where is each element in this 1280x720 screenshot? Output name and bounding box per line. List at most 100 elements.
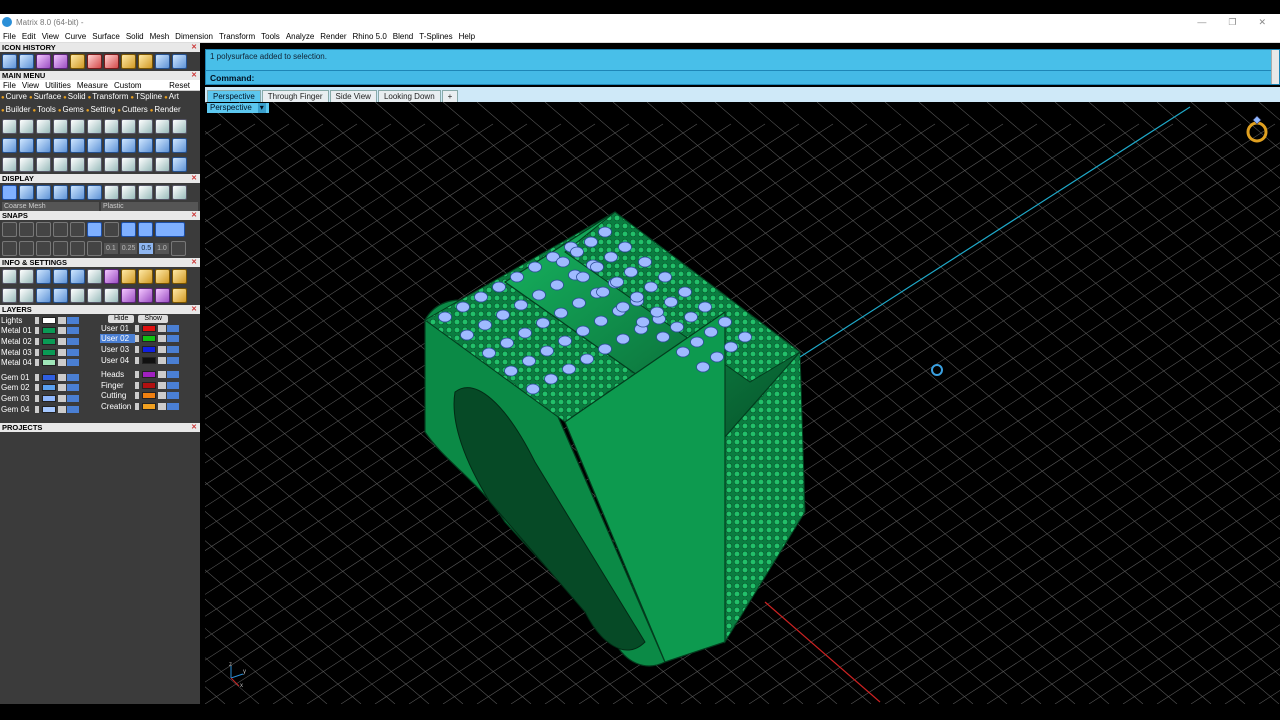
visibility-icon[interactable] <box>67 337 79 345</box>
info-icon[interactable] <box>36 269 51 284</box>
gem-stone[interactable] <box>650 306 664 318</box>
main-menu-utilities[interactable]: Utilities <box>42 81 74 90</box>
tab-perspective[interactable]: Perspective <box>207 90 261 102</box>
snap-value[interactable]: 0.25 <box>119 243 138 254</box>
menu-item-blend[interactable]: Blend <box>390 32 416 41</box>
layer-color-swatch[interactable] <box>42 373 56 381</box>
layer-color-swatch[interactable] <box>142 381 156 389</box>
close-icon[interactable]: ✕ <box>191 43 197 52</box>
forward-arrow-icon[interactable] <box>172 54 187 69</box>
visibility-icon[interactable] <box>67 405 79 413</box>
lock-icon[interactable] <box>58 373 66 381</box>
tab-looking-down[interactable]: Looking Down <box>377 90 441 102</box>
layer-row[interactable]: Creation <box>100 401 196 412</box>
snaps-header[interactable]: SNAPS ✕ <box>0 211 200 220</box>
tool-icon[interactable] <box>19 119 34 134</box>
lock-icon[interactable] <box>158 335 166 343</box>
info-icon[interactable] <box>36 288 51 303</box>
main-menu-category-render[interactable]: Render <box>150 104 183 117</box>
layer-color-swatch[interactable] <box>42 394 56 402</box>
layer-expand-icon[interactable] <box>35 348 39 356</box>
minimize-button[interactable]: — <box>1197 17 1206 28</box>
gem-stone[interactable] <box>670 321 684 333</box>
layers-header[interactable]: LAYERS ✕ <box>0 305 200 314</box>
layer-name[interactable]: Gem 02 <box>0 383 35 392</box>
gem-stone[interactable] <box>522 355 536 367</box>
layer-name[interactable]: Metal 01 <box>0 326 35 335</box>
layer-name[interactable]: Creation <box>100 402 135 411</box>
layer-expand-icon[interactable] <box>135 345 139 353</box>
visibility-icon[interactable] <box>167 402 179 410</box>
gem-stone[interactable] <box>594 315 608 327</box>
visibility-icon[interactable] <box>67 394 79 402</box>
tool-icon[interactable] <box>104 138 119 153</box>
gem-stone[interactable] <box>598 226 612 238</box>
lock-icon[interactable] <box>158 324 166 332</box>
gem-stone[interactable] <box>554 307 568 319</box>
layer-row[interactable]: Heads <box>100 369 196 380</box>
projects-header[interactable]: PROJECTS ✕ <box>0 423 200 433</box>
snap-icon[interactable] <box>170 241 186 256</box>
gem-stone[interactable] <box>738 331 752 343</box>
gem-stone[interactable] <box>500 337 514 349</box>
main-menu-category-surface[interactable]: Surface <box>29 91 63 104</box>
gem-stone[interactable] <box>544 373 558 385</box>
ring-badge-icon[interactable] <box>1244 114 1270 144</box>
tool-icon[interactable] <box>70 138 85 153</box>
tool-icon[interactable] <box>121 138 136 153</box>
lock-icon[interactable] <box>158 381 166 389</box>
layer-row[interactable]: Gem 01 <box>0 372 96 383</box>
layer-row[interactable]: Gem 03 <box>0 393 96 404</box>
snap-icon[interactable] <box>155 222 185 237</box>
info-icon[interactable] <box>138 288 153 303</box>
gem-stone[interactable] <box>550 279 564 291</box>
gem-stone[interactable] <box>580 353 594 365</box>
layer-name[interactable]: Cutting <box>100 391 135 400</box>
perspective-viewport[interactable]: Perspective ▾ z y x <box>205 102 1280 704</box>
ring-model[interactable] <box>205 102 1280 704</box>
material-icon[interactable] <box>155 185 170 200</box>
info-icon[interactable] <box>2 288 17 303</box>
gem-stone[interactable] <box>616 301 630 313</box>
lock-icon[interactable] <box>58 405 66 413</box>
info-icon[interactable] <box>70 288 85 303</box>
close-icon[interactable]: ✕ <box>191 423 197 432</box>
gear-icon[interactable] <box>2 269 17 284</box>
menu-item-render[interactable]: Render <box>317 32 349 41</box>
visibility-icon[interactable] <box>167 356 179 364</box>
layer-color-swatch[interactable] <box>142 324 156 332</box>
snap-icon[interactable] <box>138 222 153 237</box>
main-menu-category-art[interactable]: Art <box>164 91 181 104</box>
gem-stone[interactable] <box>598 343 612 355</box>
info-icon[interactable] <box>138 269 153 284</box>
layer-color-swatch[interactable] <box>142 356 156 364</box>
gem-stone[interactable] <box>514 299 528 311</box>
layer-name[interactable]: Gem 01 <box>0 373 35 382</box>
layer-row[interactable]: User 03 <box>100 344 196 355</box>
layer-color-swatch[interactable] <box>142 392 156 400</box>
gem-stone[interactable] <box>556 256 570 268</box>
snap-icon[interactable] <box>53 241 68 256</box>
layer-name[interactable]: Gem 04 <box>0 405 35 414</box>
info-icon[interactable] <box>155 288 170 303</box>
layer-name[interactable]: Metal 03 <box>0 348 35 357</box>
material-icon[interactable] <box>172 185 187 200</box>
main-menu-category-solid[interactable]: Solid <box>63 91 87 104</box>
layer-color-swatch[interactable] <box>42 337 56 345</box>
info-icon[interactable] <box>155 269 170 284</box>
gem-stone[interactable] <box>528 261 542 273</box>
display-header[interactable]: DISPLAY ✕ <box>0 174 200 183</box>
tool-icon[interactable] <box>155 119 170 134</box>
gem-stone[interactable] <box>590 261 604 273</box>
material-icon[interactable] <box>104 185 119 200</box>
main-menu-category-transform[interactable]: Transform <box>88 91 131 104</box>
gem-stone[interactable] <box>696 361 710 373</box>
shaded-icon[interactable] <box>19 185 34 200</box>
layer-row[interactable]: Finger <box>100 380 196 391</box>
layer-expand-icon[interactable] <box>35 384 39 392</box>
layer-color-swatch[interactable] <box>142 402 156 410</box>
gem-stone[interactable] <box>562 363 576 375</box>
tool-icon[interactable] <box>87 138 102 153</box>
snap-icon[interactable] <box>36 222 51 237</box>
layer-row[interactable]: Metal 03 <box>0 347 96 358</box>
